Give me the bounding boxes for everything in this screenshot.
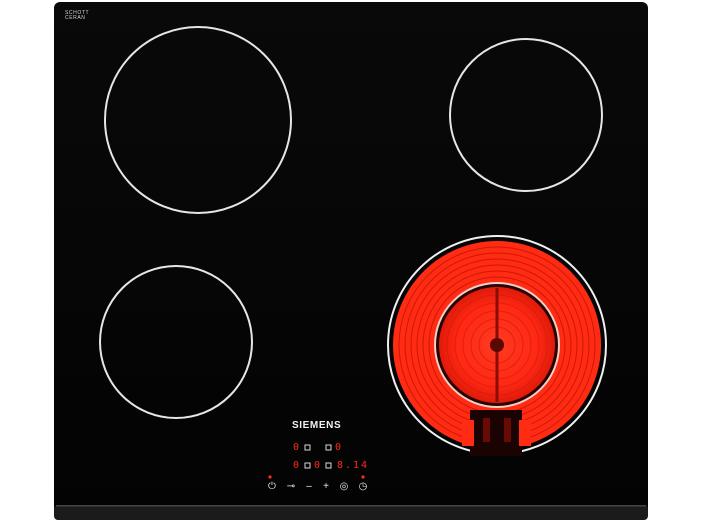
display-rear-left: 0 — [293, 442, 300, 453]
terminal-gap — [462, 410, 531, 456]
power-led — [268, 475, 272, 479]
timer-led — [361, 475, 365, 479]
center-sensor — [490, 338, 504, 352]
display-front-right: 0 — [314, 460, 321, 471]
power-icon[interactable]: ⏻ — [266, 482, 278, 492]
timer-icon[interactable]: ◷ — [357, 482, 369, 492]
front-edge — [54, 505, 648, 520]
display-front-left: 0 — [293, 460, 300, 471]
glass-panel — [54, 2, 648, 520]
dual-zone-icon[interactable]: ◎ — [338, 482, 350, 492]
display-timer: 8.14 — [337, 460, 370, 471]
cooktop-image — [54, 2, 648, 520]
front-edge-highlight — [56, 505, 646, 507]
plus-icon[interactable]: + — [320, 482, 332, 492]
display-rear-right: 0 — [335, 442, 342, 453]
ceran-label: CERAN — [65, 15, 86, 21]
schott-ceran-logo: SCHOTT CERAN — [65, 11, 89, 21]
siemens-logo: SIEMENS — [292, 420, 342, 431]
key-lock-icon[interactable]: ⊸ — [284, 482, 298, 492]
minus-icon[interactable]: – — [303, 482, 315, 492]
